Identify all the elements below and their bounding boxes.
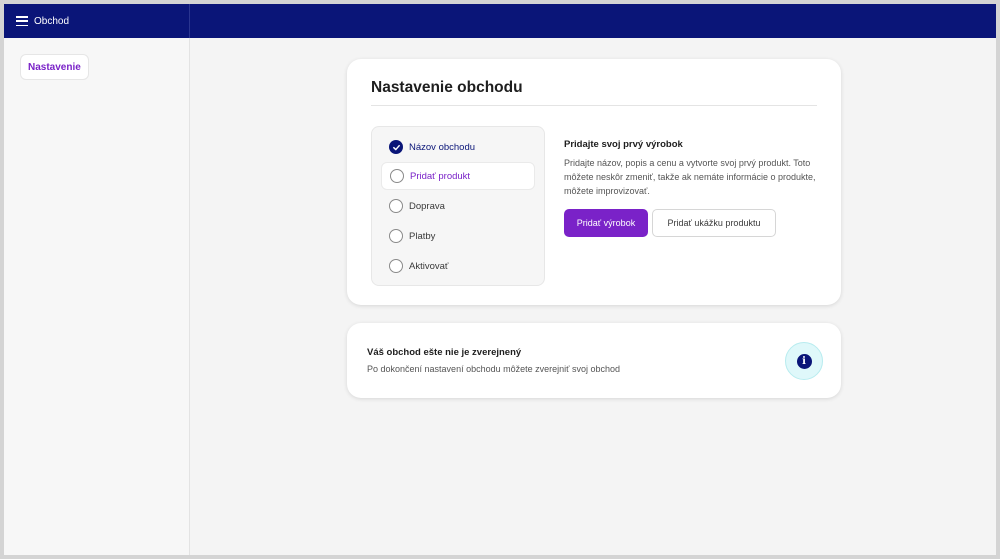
add-sample-product-button[interactable]: Pridať ukážku produktu [652,209,776,237]
setup-title: Nastavenie obchodu [371,79,523,96]
step-label: Doprava [409,200,445,212]
step-label: Názov obchodu [409,141,476,153]
radio-circle-icon [389,259,403,273]
info-badge: i [785,342,823,380]
setup-steps: Názov obchodu Pridať produkt Doprava Pla… [371,126,545,286]
top-bar: Obchod [4,4,996,38]
app-title: Obchod [34,15,70,27]
hamburger-icon[interactable] [16,16,28,26]
radio-circle-icon [389,199,403,213]
info-icon: i [796,353,812,369]
radio-circle-icon [390,169,404,183]
step-add-product[interactable]: Pridať produkt [381,162,535,190]
sidebar-item-nastavenie[interactable]: Nastavenie [20,54,89,80]
detail-text: Pridajte názov, popis a cenu a vytvorte … [564,158,816,196]
step-detail: Pridajte svoj prvý výrobok Pridajte názo… [564,139,818,198]
step-store-name[interactable]: Názov obchodu [381,133,535,161]
top-bar-brand: Obchod [4,4,190,38]
sidebar: Nastavenie [4,38,190,555]
step-label: Aktivovať [409,260,449,272]
setup-card: Nastavenie obchodu Názov obchodu Pridať … [347,59,841,305]
step-payments[interactable]: Platby [381,222,535,250]
step-shipping[interactable]: Doprava [381,192,535,220]
notice-text: Po dokončení nastavení obchodu môžete zv… [367,364,621,374]
detail-title: Pridajte svoj prvý výrobok [564,139,683,150]
divider [371,105,817,106]
app-window: Obchod Nastavenie Nastavenie obchodu Náz… [4,4,996,555]
notice-title: Váš obchod ešte nie je zverejnený [367,347,522,358]
check-icon [389,140,403,154]
step-label: Platby [409,230,436,242]
publish-notice-card: Váš obchod ešte nie je zverejnený Po dok… [347,323,841,398]
step-activate[interactable]: Aktivovať [381,252,535,280]
radio-circle-icon [389,229,403,243]
step-label: Pridať produkt [410,170,471,182]
add-product-button[interactable]: Pridať výrobok [564,209,648,237]
